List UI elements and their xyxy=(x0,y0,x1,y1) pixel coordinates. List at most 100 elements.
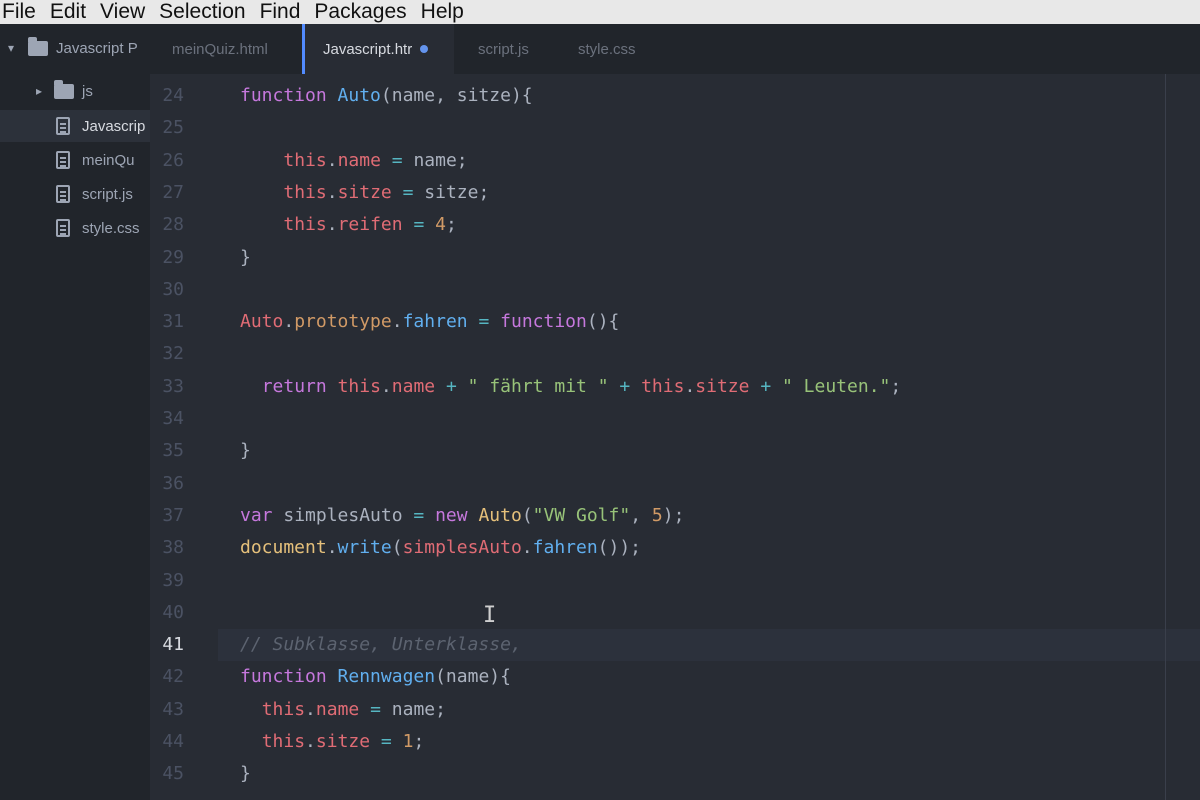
file-icon xyxy=(56,117,70,135)
code-token: this xyxy=(337,375,381,397)
code-token: prototype xyxy=(294,311,392,333)
code-text: Auto.prototype.fahren = function(){ xyxy=(240,306,619,338)
code-token: + xyxy=(619,375,631,397)
tree-folder-label: js xyxy=(82,82,93,100)
code-token: Auto xyxy=(240,311,284,333)
code-token: . xyxy=(305,731,316,752)
folder-icon xyxy=(28,36,48,56)
tab-style[interactable]: style.css xyxy=(554,24,674,74)
menu-edit[interactable]: Edit xyxy=(45,0,95,24)
tree-file-meinquiz[interactable]: meinQu xyxy=(0,144,150,176)
code-token: 5 xyxy=(651,504,663,526)
tab-bar: meinQuiz.html Javascript.htr script.js s… xyxy=(150,24,1200,74)
line-number: 31 xyxy=(162,311,184,333)
code-line[interactable]: 24 function Auto(name, sitze){ xyxy=(150,80,1200,112)
code-token: this xyxy=(261,698,306,720)
line-number: 44 xyxy=(162,731,184,752)
line-number: 40 xyxy=(162,601,184,623)
line-number: 41 xyxy=(162,634,184,656)
code-line[interactable]: 40 xyxy=(150,597,1200,629)
tab-meinquiz[interactable]: meinQuiz.html xyxy=(150,24,302,74)
code-token: name; xyxy=(380,698,446,720)
code-line[interactable]: 35} xyxy=(150,435,1200,467)
line-number: 28 xyxy=(162,214,184,236)
code-line[interactable]: 44 this.sitze = 1; xyxy=(150,726,1200,758)
code-token: = xyxy=(413,214,425,236)
code-line[interactable]: 43 this.name = name; xyxy=(150,694,1200,726)
code-text: } xyxy=(240,758,251,790)
tab-javascript[interactable]: Javascript.htr xyxy=(302,24,454,74)
code-token: function xyxy=(240,85,327,106)
code-token: // Subklasse, Unterklasse, xyxy=(240,634,522,656)
code-token: = xyxy=(413,504,425,526)
tree-project-root[interactable]: ▾ Javascript P xyxy=(0,32,150,64)
code-token: function xyxy=(240,666,327,688)
code-line[interactable]: 37 var simplesAuto = new Auto("VW Golf", … xyxy=(150,500,1200,532)
code-line[interactable]: 41 // Subklasse, Unterklasse, xyxy=(162,629,1200,662)
tab-script[interactable]: script.js xyxy=(454,24,554,74)
tree-file-javascript[interactable]: Javascrip xyxy=(0,110,150,142)
code-line[interactable]: 28 this.reifen = 4; xyxy=(150,209,1200,241)
menu-packages[interactable]: Packages xyxy=(309,0,415,24)
tree-file-style[interactable]: style.css xyxy=(0,212,150,244)
code-line[interactable]: 29} xyxy=(150,242,1200,274)
chevron-right-icon[interactable]: ▸ xyxy=(32,84,46,98)
code-token: . xyxy=(326,181,338,203)
code-line[interactable]: 36 xyxy=(150,468,1200,500)
line-number: 42 xyxy=(162,666,184,688)
menu-view[interactable]: View xyxy=(95,0,154,24)
line-number: 38 xyxy=(162,537,184,559)
code-token: . xyxy=(326,149,338,171)
code-line[interactable]: 27 this.sitze = sitze; xyxy=(150,177,1200,209)
menu-selection[interactable]: Selection xyxy=(154,0,254,24)
line-number: 35 xyxy=(162,440,184,462)
code-token: 4 xyxy=(435,214,446,236)
chevron-down-icon[interactable]: ▾ xyxy=(4,41,18,55)
tab-label: script.js xyxy=(478,40,529,58)
code-line[interactable]: 32 xyxy=(150,338,1200,370)
tree-file-label: style.css xyxy=(82,219,140,237)
code-line[interactable]: 30 xyxy=(150,274,1200,306)
code-token: this xyxy=(641,375,685,397)
code-line[interactable]: 33 return this.name + " fährt mit " + th… xyxy=(150,371,1200,403)
line-number: 45 xyxy=(162,763,184,785)
line-number: 30 xyxy=(162,278,184,300)
tree-file-script[interactable]: script.js xyxy=(0,178,150,210)
wrap-guide xyxy=(1165,74,1166,800)
code-editor[interactable]: 24 function Auto(name, sitze){25 26 this.n… xyxy=(150,74,1200,800)
code-line[interactable]: 42 function Rennwagen(name){ xyxy=(150,661,1200,693)
code-line[interactable]: 45} xyxy=(150,758,1200,790)
tree-folder-js[interactable]: ▸ js xyxy=(0,75,150,107)
code-token: + xyxy=(760,375,772,397)
code-token: Rennwagen xyxy=(337,666,436,688)
code-token: simplesAuto xyxy=(272,504,414,526)
code-line[interactable]: 39 xyxy=(150,565,1200,597)
file-icon xyxy=(56,151,70,169)
code-line[interactable]: 31 Auto.prototype.fahren = function(){ xyxy=(150,306,1200,338)
code-line[interactable]: 26 this.name = name; xyxy=(150,145,1200,177)
menu-help[interactable]: Help xyxy=(416,0,473,24)
code-line[interactable]: 34 xyxy=(150,403,1200,435)
code-line[interactable]: 38 document.write(simplesAuto.fahren()); xyxy=(150,532,1200,564)
file-icon xyxy=(56,185,70,203)
line-number: 34 xyxy=(162,408,184,429)
code-line[interactable]: 25 xyxy=(150,112,1200,144)
code-token: = xyxy=(391,149,403,171)
code-token: " fährt mit " xyxy=(467,375,609,397)
menu-file[interactable]: File xyxy=(0,0,45,24)
code-token: this xyxy=(283,181,327,203)
modified-dot-icon[interactable] xyxy=(420,45,429,53)
code-token: . xyxy=(283,311,295,333)
code-token: this xyxy=(283,214,327,236)
menu-find[interactable]: Find xyxy=(255,0,310,24)
